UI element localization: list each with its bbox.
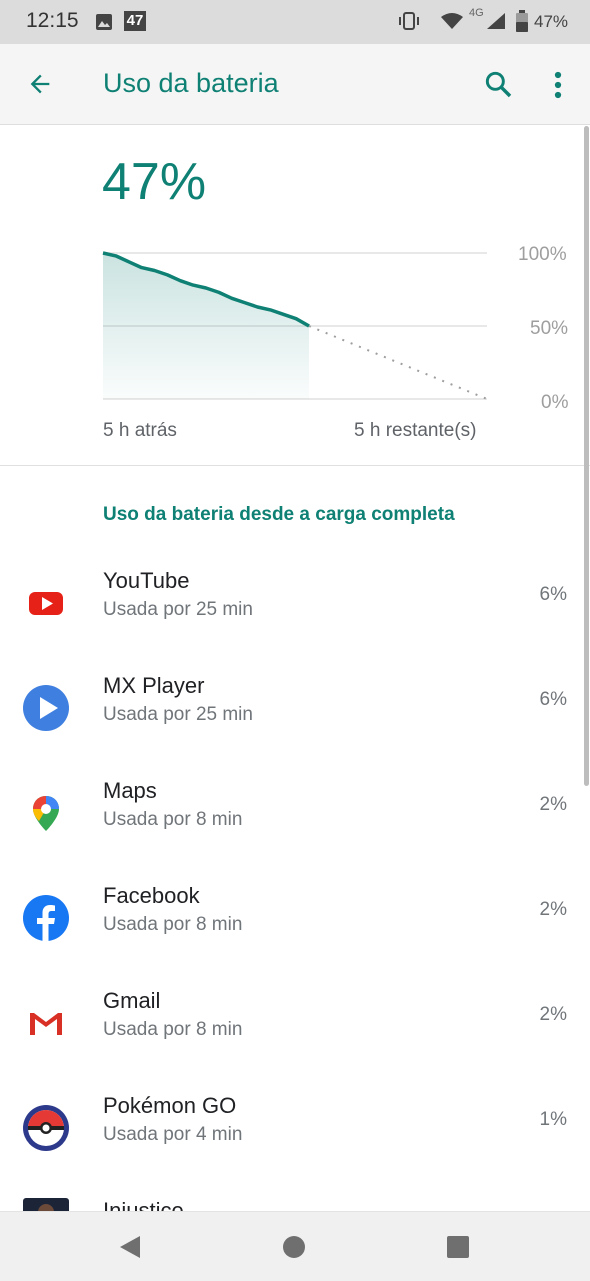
- battery-chart: [102, 251, 488, 400]
- app-row-mx-player[interactable]: MX Player Usada por 25 min 6%: [0, 663, 582, 768]
- x-label-end: 5 h restante(s): [354, 420, 477, 441]
- app-row-youtube[interactable]: YouTube Usada por 25 min 6%: [0, 558, 582, 663]
- app-usage: Usada por 25 min: [103, 599, 253, 620]
- status-bar: 12:15 47 4G 47%: [0, 0, 590, 44]
- page-title: Uso da bateria: [103, 68, 279, 98]
- pokemon-go-icon: [23, 1105, 69, 1151]
- signal-icon: [487, 13, 505, 29]
- app-name: Pokémon GO: [103, 1093, 237, 1118]
- recents-nav-icon[interactable]: [446, 1235, 470, 1259]
- app-name: Injustice: [103, 1198, 184, 1211]
- battery-icon: [516, 10, 528, 32]
- x-label-start: 5 h atrás: [103, 420, 177, 441]
- app-usage: Usada por 8 min: [103, 1019, 243, 1040]
- y-tick-0: 0%: [541, 392, 569, 413]
- back-nav-icon[interactable]: [118, 1234, 142, 1260]
- app-name: MX Player: [103, 673, 205, 698]
- app-name: Gmail: [103, 988, 161, 1013]
- app-row-pokemon-go[interactable]: Pokémon GO Usada por 4 min 1%: [0, 1083, 582, 1188]
- app-row-gmail[interactable]: Gmail Usada por 8 min 2%: [0, 978, 582, 1083]
- chart-projection-line: [308, 325, 488, 400]
- y-tick-50: 50%: [530, 318, 569, 339]
- app-usage: Usada por 8 min: [103, 809, 243, 830]
- app-percent: 2%: [539, 794, 567, 815]
- app-percent: 2%: [539, 899, 567, 920]
- mx-player-icon: [23, 685, 69, 731]
- app-percent: 6%: [539, 689, 567, 710]
- navigation-bar: [0, 1211, 590, 1281]
- notification-badge: 47: [124, 11, 146, 31]
- scrollbar[interactable]: [584, 126, 589, 786]
- section-title: Uso da bateria desde a carga completa: [103, 504, 455, 525]
- search-icon[interactable]: [482, 68, 514, 100]
- battery-level: 47%: [102, 153, 207, 211]
- wifi-icon: [441, 13, 463, 29]
- app-row-maps[interactable]: Maps Usada por 8 min 2%: [0, 768, 582, 873]
- youtube-icon: [29, 592, 63, 615]
- home-nav-icon[interactable]: [282, 1235, 306, 1259]
- app-percent: 2%: [539, 1004, 567, 1025]
- app-row-facebook[interactable]: Facebook Usada por 8 min 2%: [0, 873, 582, 978]
- battery-percent: 47%: [534, 12, 569, 31]
- app-bar: Uso da bateria: [0, 44, 590, 125]
- app-percent: 1%: [539, 1109, 567, 1130]
- vibrate-icon: [399, 12, 419, 30]
- network-type: 4G: [469, 7, 484, 19]
- y-tick-100: 100%: [518, 244, 567, 265]
- gmail-icon: [30, 1012, 62, 1035]
- facebook-icon: [23, 895, 69, 941]
- maps-icon: [33, 796, 59, 831]
- injustice-icon: [23, 1198, 69, 1211]
- app-percent: 6%: [539, 584, 567, 605]
- app-name: YouTube: [103, 568, 190, 593]
- more-vert-icon[interactable]: [548, 70, 568, 100]
- arrow-back-icon[interactable]: [26, 70, 54, 98]
- app-usage: Usada por 4 min: [103, 1124, 243, 1145]
- app-row-injustice[interactable]: Injustice: [0, 1188, 582, 1211]
- app-name: Facebook: [103, 883, 200, 908]
- app-name: Maps: [103, 778, 157, 803]
- app-usage: Usada por 25 min: [103, 704, 253, 725]
- section-divider: [0, 465, 590, 466]
- chart-area-fill: [103, 253, 309, 399]
- app-usage: Usada por 8 min: [103, 914, 243, 935]
- image-notification-icon: [96, 14, 112, 30]
- status-time: 12:15: [26, 9, 79, 32]
